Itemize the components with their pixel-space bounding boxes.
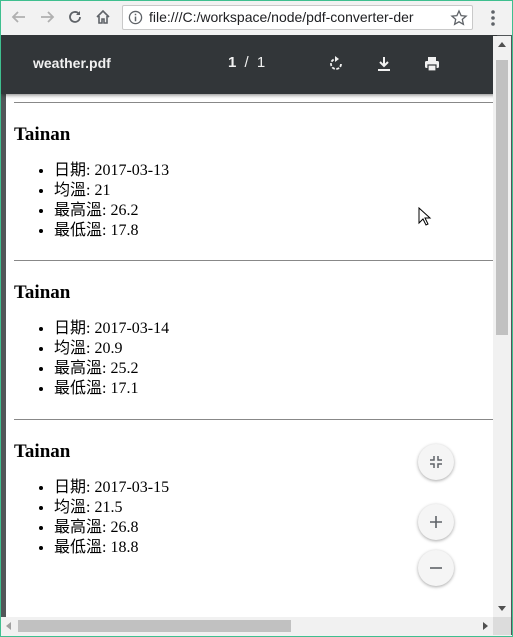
zoom-out-icon (430, 567, 442, 569)
pdf-toolbar: weather.pdf 1 / 1 (1, 35, 497, 94)
address-bar[interactable]: file:///C:/workspace/node/pdf-converter-… (122, 5, 473, 30)
scroll-up-arrow[interactable] (498, 42, 506, 47)
total-pages: 1 (256, 54, 266, 71)
weather-entry: Tainan 日期: 2017-03-14 均溫: 20.9 最高溫: 25.2… (14, 282, 484, 399)
download-icon[interactable] (372, 52, 396, 76)
back-arrow-icon[interactable] (9, 7, 29, 27)
reload-icon[interactable] (65, 7, 85, 27)
menu-dots-icon[interactable] (483, 7, 503, 29)
page-indicator: 1 / 1 (228, 54, 265, 71)
print-icon[interactable] (420, 52, 444, 76)
mouse-cursor-icon (418, 207, 432, 226)
list-item: 最低溫: 18.8 (54, 538, 484, 558)
star-icon[interactable] (450, 9, 468, 27)
pdf-viewer: weather.pdf 1 / 1 Tainan 日期: 2017-03-13 … (1, 35, 512, 635)
page-separator: / (244, 54, 249, 71)
url-text[interactable]: file:///C:/workspace/node/pdf-converter-… (149, 9, 445, 25)
weather-entry: Tainan 日期: 2017-03-15 均溫: 21.5 最高溫: 26.8… (14, 441, 484, 558)
scroll-right-arrow[interactable] (483, 622, 488, 630)
list-item: 均溫: 21 (54, 181, 484, 201)
vertical-scrollbar[interactable] (493, 36, 511, 617)
home-icon[interactable] (93, 7, 113, 27)
divider (14, 260, 493, 261)
zoom-out-button[interactable] (418, 550, 454, 586)
scroll-left-arrow[interactable] (6, 622, 11, 630)
city-heading: Tainan (14, 441, 71, 462)
vertical-scroll-thumb[interactable] (496, 60, 508, 335)
list-item: 均溫: 20.9 (54, 339, 484, 359)
divider (14, 102, 493, 103)
zoom-in-button[interactable] (418, 504, 454, 540)
browser-toolbar: file:///C:/workspace/node/pdf-converter-… (1, 1, 512, 35)
horizontal-scrollbar[interactable] (1, 617, 493, 635)
document-title: weather.pdf (33, 55, 111, 71)
pdf-page: Tainan 日期: 2017-03-13 均溫: 21 最高溫: 26.2 最… (6, 94, 493, 635)
list-item: 日期: 2017-03-14 (54, 319, 484, 339)
horizontal-scroll-thumb[interactable] (18, 620, 291, 632)
fit-page-button[interactable] (418, 444, 454, 480)
forward-arrow-icon[interactable] (37, 7, 57, 27)
city-heading: Tainan (14, 282, 71, 303)
zoom-in-icon (430, 516, 442, 528)
info-icon[interactable] (128, 10, 143, 25)
scroll-down-arrow[interactable] (498, 606, 506, 611)
city-heading: Tainan (14, 124, 71, 145)
rotate-icon[interactable] (324, 52, 348, 76)
scrollbar-corner (493, 617, 511, 635)
current-page-input[interactable]: 1 (228, 54, 236, 71)
fit-page-icon (430, 456, 442, 468)
weather-entry: Tainan 日期: 2017-03-13 均溫: 21 最高溫: 26.2 最… (14, 124, 484, 241)
weather-list: 日期: 2017-03-15 均溫: 21.5 最高溫: 26.8 最低溫: 1… (14, 478, 484, 558)
list-item: 最低溫: 17.1 (54, 379, 484, 399)
list-item: 日期: 2017-03-13 (54, 161, 484, 181)
divider (14, 419, 493, 420)
weather-list: 日期: 2017-03-13 均溫: 21 最高溫: 26.2 最低溫: 17.… (14, 161, 484, 241)
list-item: 日期: 2017-03-15 (54, 478, 484, 498)
list-item: 最高溫: 25.2 (54, 359, 484, 379)
weather-list: 日期: 2017-03-14 均溫: 20.9 最高溫: 25.2 最低溫: 1… (14, 319, 484, 399)
